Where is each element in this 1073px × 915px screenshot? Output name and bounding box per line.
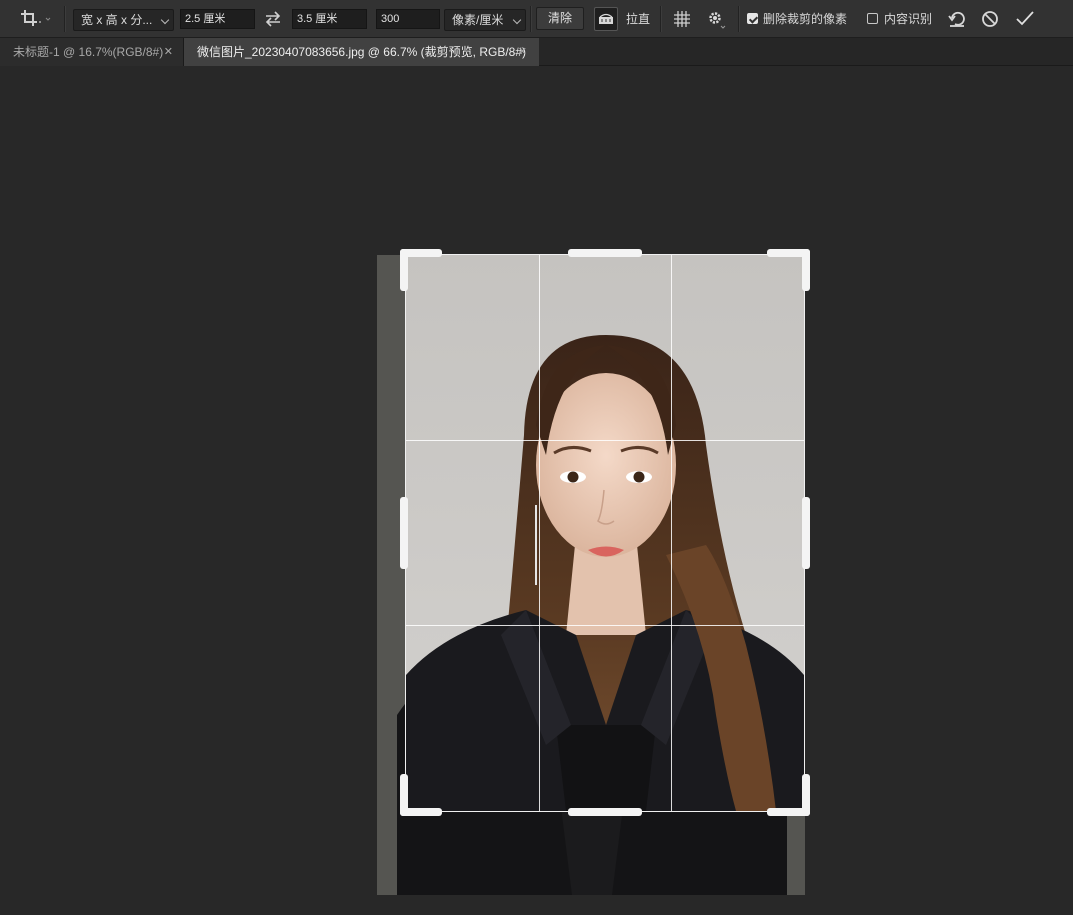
separator: [530, 6, 532, 32]
tab-label: 微信图片_20230407083656.jpg @ 66.7% (裁剪预览, R…: [197, 45, 527, 59]
crop-handle-bottom-right[interactable]: [802, 774, 810, 816]
resolution-input[interactable]: 300: [376, 9, 440, 29]
crop-handle-top-left[interactable]: [400, 249, 408, 291]
cancel-icon[interactable]: [979, 8, 1001, 30]
resolution-unit-value: 像素/厘米: [452, 13, 504, 27]
commit-check-icon[interactable]: [1014, 8, 1036, 30]
width-input[interactable]: 2.5 厘米: [180, 9, 255, 29]
content-aware-label[interactable]: 内容识别: [884, 11, 932, 27]
crop-handle-top-right[interactable]: [802, 249, 810, 291]
straighten-icon[interactable]: [594, 7, 618, 31]
delete-cropped-checkbox[interactable]: [747, 13, 758, 24]
close-tab-icon[interactable]: ✕: [164, 38, 173, 66]
delete-cropped-label[interactable]: 删除裁剪的像素: [763, 11, 847, 27]
grid-overlay-icon[interactable]: [671, 8, 693, 30]
content-aware-checkbox[interactable]: [867, 13, 878, 24]
document-tab-bar: 未标题-1 @ 16.7%(RGB/8#) ✕ 微信图片_20230407083…: [0, 38, 1073, 66]
ratio-preset-value: 宽 x 高 x 分...: [81, 13, 153, 27]
straighten-label[interactable]: 拉直: [626, 11, 650, 27]
crop-handle-top[interactable]: [568, 249, 642, 257]
crop-handle-bottom-left[interactable]: [400, 808, 442, 816]
reset-icon[interactable]: [946, 8, 968, 30]
clear-button[interactable]: 清除: [536, 7, 584, 30]
settings-gear-icon[interactable]: [705, 8, 727, 30]
crop-handle-bottom[interactable]: [568, 808, 642, 816]
crop-handle-left[interactable]: [400, 497, 408, 569]
tab-untitled[interactable]: 未标题-1 @ 16.7%(RGB/8#) ✕: [0, 38, 184, 66]
options-bar: 宽 x 高 x 分... 2.5 厘米 3.5 厘米 300 像素/厘米 清除 …: [0, 0, 1073, 38]
swap-icon[interactable]: [262, 8, 284, 30]
separator: [660, 6, 662, 32]
resolution-unit-dropdown[interactable]: 像素/厘米: [444, 9, 526, 31]
chevron-down-icon: [512, 15, 522, 25]
tab-label: 未标题-1 @ 16.7%(RGB/8#): [13, 45, 164, 59]
crop-tool-icon[interactable]: [18, 7, 52, 31]
crop-handle-right[interactable]: [802, 497, 810, 569]
height-input[interactable]: 3.5 厘米: [292, 9, 367, 29]
chevron-down-icon: [160, 15, 170, 25]
tab-wechat-photo[interactable]: 微信图片_20230407083656.jpg @ 66.7% (裁剪预览, R…: [184, 38, 539, 66]
ratio-preset-dropdown[interactable]: 宽 x 高 x 分...: [73, 9, 174, 31]
separator: [738, 6, 740, 32]
close-tab-icon[interactable]: ✕: [518, 38, 527, 66]
separator: [64, 6, 66, 32]
crop-border: [405, 254, 805, 812]
